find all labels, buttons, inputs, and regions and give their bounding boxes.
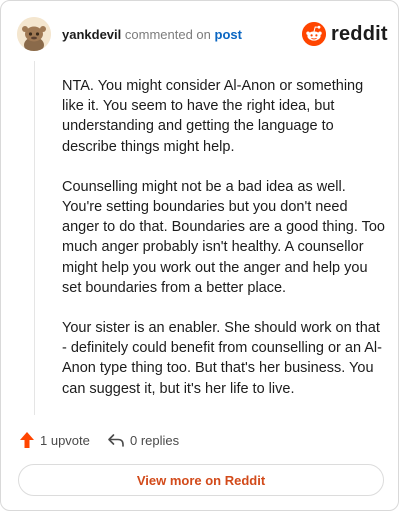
upvote-button[interactable]: 1 upvote	[19, 430, 90, 450]
replies-button[interactable]: 0 replies	[107, 430, 179, 450]
reddit-logo-icon	[302, 22, 326, 46]
comment-paragraph: Counselling might not be a bad idea as w…	[62, 178, 386, 296]
comment-embed-card: yankdevil commented on post reddit NTA. …	[0, 0, 399, 511]
commented-on-text: commented on	[124, 27, 211, 42]
reddit-brand[interactable]: reddit	[302, 19, 388, 49]
upvote-arrow-icon	[20, 432, 34, 448]
upvote-count: 1 upvote	[40, 432, 90, 448]
view-more-button[interactable]: View more on Reddit	[18, 464, 384, 496]
comment-byline: yankdevil commented on post	[62, 27, 242, 43]
comment-body: NTA. You might consider Al-Anon or somet…	[62, 76, 387, 419]
comment-header: yankdevil commented on post reddit	[17, 17, 388, 51]
reddit-wordmark: reddit	[331, 23, 388, 45]
comment-paragraph: NTA. You might consider Al-Anon or somet…	[62, 78, 364, 155]
thread-line	[34, 61, 35, 415]
comment-actions: 1 upvote 0 replies	[19, 430, 382, 450]
replies-count: 0 replies	[130, 432, 180, 448]
comment-paragraph: Your sister is an enabler. She should wo…	[62, 320, 382, 397]
reply-arrow-icon	[108, 434, 124, 447]
author-link[interactable]: yankdevil	[62, 27, 121, 42]
post-link[interactable]: post	[215, 27, 242, 42]
snoo-avatar-icon[interactable]	[17, 17, 51, 51]
